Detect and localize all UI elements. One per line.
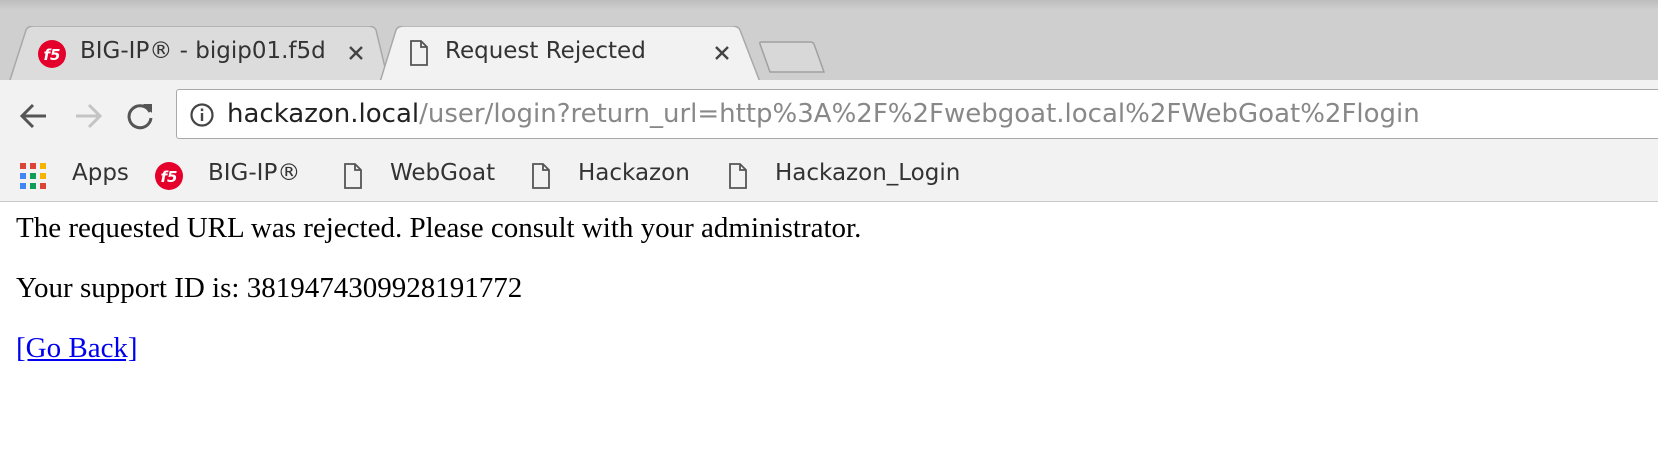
- tab-request-rejected[interactable]: Request Rejected: [378, 26, 762, 82]
- close-icon[interactable]: [346, 43, 366, 63]
- tab-title: BIG-IP® - bigip01.f5d: [80, 38, 326, 64]
- f5-logo-icon: f5: [38, 40, 66, 68]
- tab-bigip[interactable]: f5 BIG-IP® - bigip01.f5d: [6, 26, 390, 80]
- back-arrow-icon[interactable]: [16, 98, 52, 134]
- bookmark-label: Hackazon_Login: [775, 160, 961, 186]
- page-icon: [344, 163, 362, 189]
- reload-icon[interactable]: [122, 98, 158, 134]
- bookmark-apps[interactable]: Apps: [20, 152, 140, 200]
- close-icon[interactable]: [712, 43, 732, 63]
- bookmark-label: Apps: [72, 160, 129, 186]
- tab-title: Request Rejected: [445, 38, 646, 64]
- page-icon: [410, 40, 428, 66]
- svg-text:f5: f5: [161, 168, 178, 186]
- bookmark-label: BIG-IP®: [208, 160, 301, 186]
- go-back-link[interactable]: [Go Back]: [16, 332, 138, 364]
- bookmark-hackazon-login[interactable]: Hackazon_Login: [727, 152, 987, 200]
- apps-grid-icon: [20, 163, 46, 189]
- address-bar[interactable]: hackazon.local/user/login?return_url=htt…: [176, 89, 1658, 139]
- support-id: Your support ID is: 3819474309928191772: [16, 272, 523, 304]
- page-icon: [532, 163, 550, 189]
- bookmark-hackazon[interactable]: Hackazon: [530, 152, 710, 200]
- bookmark-label: WebGoat: [390, 160, 496, 186]
- bookmark-label: Hackazon: [578, 160, 690, 186]
- browser-toolbar: hackazon.local/user/login?return_url=htt…: [0, 80, 1658, 152]
- new-tab-button[interactable]: [756, 40, 828, 74]
- rejection-message: The requested URL was rejected. Please c…: [16, 212, 862, 244]
- svg-text:f5: f5: [44, 46, 61, 64]
- bookmarks-bar: Apps f5 BIG-IP® WebGoat Hackazon Hackazo…: [0, 152, 1658, 202]
- go-back-paragraph: [Go Back]: [16, 332, 138, 365]
- url-host: hackazon.local: [227, 99, 420, 129]
- bookmark-big-ip[interactable]: f5 BIG-IP®: [154, 152, 314, 200]
- bookmark-webgoat[interactable]: WebGoat: [342, 152, 512, 200]
- url-path: /user/login?return_url=http%3A%2F%2Fwebg…: [419, 99, 1420, 129]
- forward-arrow-icon[interactable]: [70, 98, 106, 134]
- info-icon[interactable]: [189, 102, 215, 128]
- f5-logo-icon: f5: [155, 162, 183, 190]
- tab-strip: f5 BIG-IP® - bigip01.f5d Request Rejecte…: [0, 0, 1658, 82]
- page-icon: [729, 163, 747, 189]
- url-text[interactable]: hackazon.local/user/login?return_url=htt…: [227, 99, 1420, 129]
